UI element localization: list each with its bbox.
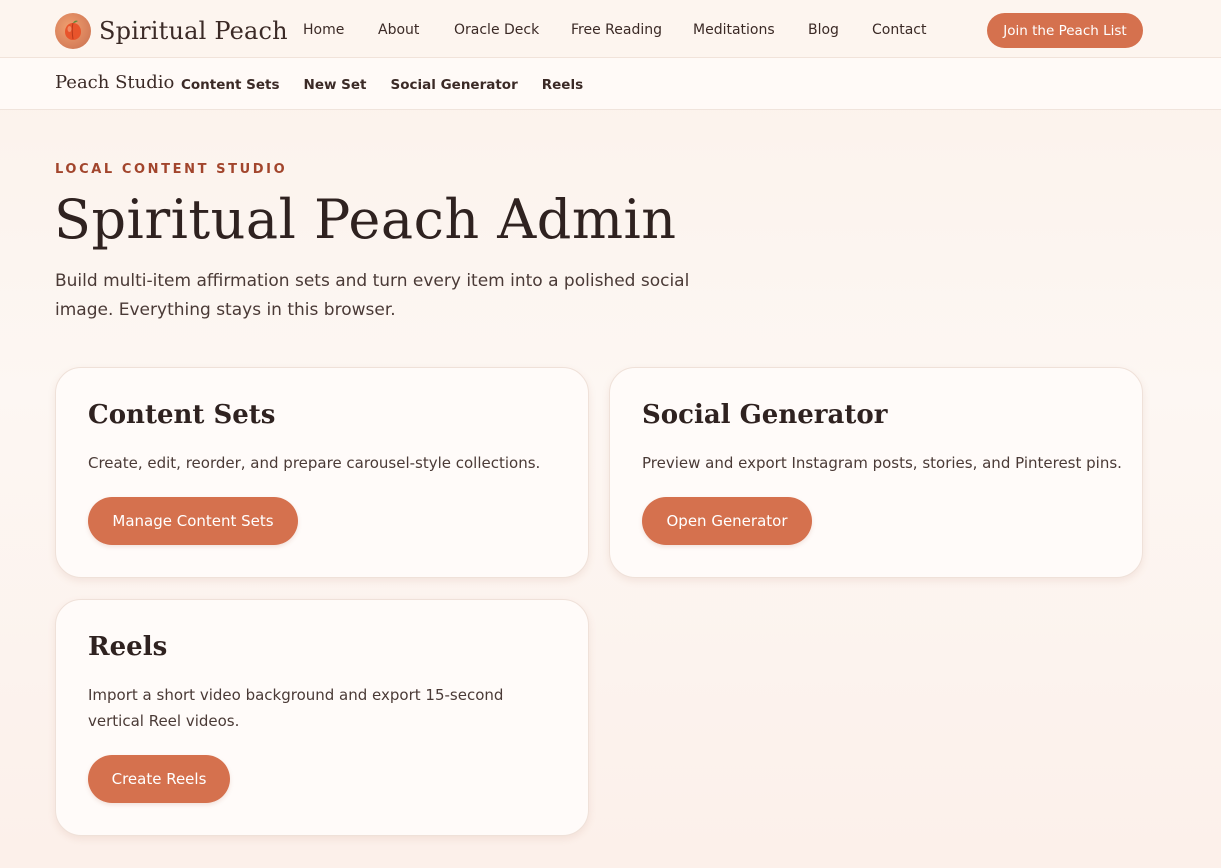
studio-title[interactable]: Peach Studio [55,72,174,93]
create-reels-button[interactable]: Create Reels [88,755,230,803]
page-title: Spiritual Peach Admin [54,188,677,251]
card-description: Import a short video background and expo… [88,686,504,730]
nav-meditations[interactable]: Meditations [693,22,775,38]
brand-name: Spiritual Peach [99,17,288,45]
card-title: Social Generator [642,400,888,430]
card-description: Preview and export Instagram posts, stor… [642,454,1122,472]
eyebrow-label: LOCAL CONTENT STUDIO [55,162,288,177]
page-description: Build multi-item affirmation sets and tu… [55,271,690,320]
manage-content-sets-button[interactable]: Manage Content Sets [88,497,298,545]
studio-links: Content Sets New Set Social Generator Re… [181,77,607,93]
card-title: Reels [88,632,168,662]
top-navigation: Spiritual Peach Home About Oracle Deck F… [0,0,1221,58]
nav-about[interactable]: About [378,22,419,38]
nav-contact[interactable]: Contact [872,22,926,38]
nav-oracle-deck[interactable]: Oracle Deck [454,22,539,38]
subnav-new-set[interactable]: New Set [304,77,367,93]
reels-card: Reels Import a short video background an… [55,599,589,836]
card-title: Content Sets [88,400,276,430]
studio-subnav: Peach Studio Content Sets New Set Social… [0,58,1221,110]
subnav-social-generator[interactable]: Social Generator [391,77,518,93]
join-peach-list-button[interactable]: Join the Peach List [987,13,1143,48]
main-nav: Home About Oracle Deck Free Reading Medi… [303,22,962,38]
nav-home[interactable]: Home [303,22,344,38]
open-generator-button[interactable]: Open Generator [642,497,812,545]
nav-free-reading[interactable]: Free Reading [571,22,662,38]
brand[interactable]: Spiritual Peach [55,13,288,49]
card-description: Create, edit, reorder, and prepare carou… [88,454,541,472]
peach-icon [55,13,91,49]
content-sets-card: Content Sets Create, edit, reorder, and … [55,367,589,578]
nav-blog[interactable]: Blog [808,22,839,38]
social-generator-card: Social Generator Preview and export Inst… [609,367,1143,578]
subnav-reels[interactable]: Reels [542,77,583,93]
subnav-content-sets[interactable]: Content Sets [181,77,280,93]
